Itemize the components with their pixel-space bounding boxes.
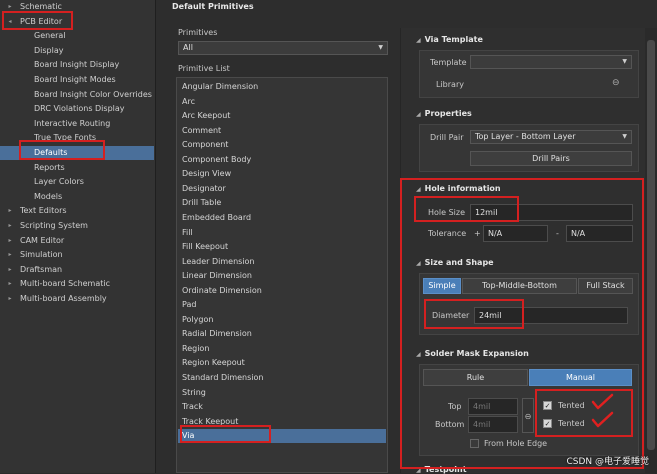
list-item[interactable]: Track [178,400,386,414]
list-item[interactable]: Fill Keepout [178,240,386,254]
tree-item-label: Interactive Routing [34,118,111,128]
list-item[interactable]: Linear Dimension [178,269,386,283]
drill-pair-select[interactable]: Top Layer - Bottom Layer ▼ [470,130,632,144]
tree-item-label: DRC Violations Display [34,104,125,114]
list-item[interactable]: Leader Dimension [178,255,386,269]
annotation-box [535,389,633,437]
list-item[interactable]: Arc [178,95,386,109]
list-item[interactable]: Comment [178,124,386,138]
library-label: Library [436,80,464,89]
tree-item-label: CAM Editor [20,235,65,245]
list-item[interactable]: Region Keepout [178,356,386,370]
collapsed-icon[interactable]: ▸ [6,219,14,233]
tree-item-label: Board Insight Color Overrides [34,89,152,99]
tree-item-label: Display [34,45,64,55]
tree-item-label: Reports [34,162,65,172]
checkmark-annotation-icon [591,393,614,428]
list-item[interactable]: Ordinate Dimension [178,284,386,298]
list-item[interactable]: Component Body [178,153,386,167]
primitive-list-label: Primitive List [178,64,230,73]
drill-pairs-button[interactable]: Drill Pairs [470,151,632,166]
chevron-down-icon: ▼ [622,133,627,140]
list-item[interactable]: Radial Dimension [178,327,386,341]
tree-item-label: Multi-board Schematic [20,279,111,289]
scrollbar-thumb[interactable] [647,40,655,450]
tree-item[interactable]: Board Insight Modes [0,73,154,87]
list-item[interactable]: Design View [178,167,386,181]
tree-item[interactable]: Board Insight Color Overrides [0,88,154,102]
list-item[interactable]: Embedded Board [178,211,386,225]
annotation-box [414,196,519,222]
tree-item[interactable]: DRC Violations Display [0,102,154,116]
list-item[interactable]: Component [178,138,386,152]
annotation-box [19,140,105,160]
watermark: CSDN @电子爱睡觉 [566,457,649,467]
tree-item[interactable]: ▸ Text Editors [0,204,154,218]
list-item[interactable]: Region [178,342,386,356]
annotation-box [2,11,73,30]
collapsed-icon[interactable]: ▸ [6,234,14,248]
properties-header[interactable]: ◢ Properties [416,109,472,118]
collapsed-icon[interactable]: ▸ [6,277,14,291]
primitives-value: All [183,43,193,52]
tree-item[interactable]: ▸ Multi-board Schematic [0,277,154,291]
primitives-select[interactable]: All ▼ [178,41,388,55]
tree-item[interactable]: General [0,29,154,43]
template-select[interactable]: ▼ [470,55,632,69]
tree-item[interactable]: Reports [0,161,154,175]
list-item[interactable]: Standard Dimension [178,371,386,385]
tree-item-label: Draftsman [20,264,63,274]
tree-item[interactable]: ▸ CAM Editor [0,234,154,248]
primitive-list: Angular Dimension Arc Arc Keepout Comment Co… [176,77,388,473]
tree-item[interactable]: Models [0,190,154,204]
tree-item[interactable]: Board Insight Display [0,58,154,72]
chevron-down-icon: ▼ [622,58,627,65]
list-item[interactable]: Arc Keepout [178,109,386,123]
page-title: Default Primitives [172,2,254,11]
collapsed-icon[interactable]: ▸ [6,248,14,262]
tree-item-label: Layer Colors [34,177,84,187]
collapsed-icon[interactable]: ▸ [6,263,14,277]
tree-item-label: Board Insight Display [34,60,120,70]
via-template-header[interactable]: ◢ Via Template [416,35,483,44]
collapsed-icon[interactable]: ▸ [6,292,14,306]
tree-item-label: Text Editors [20,206,67,216]
list-item[interactable]: Fill [178,226,386,240]
collapse-icon: ◢ [416,37,421,44]
collapse-icon: ◢ [416,111,421,118]
tree-item[interactable]: ▸ Simulation [0,248,154,262]
tree-item[interactable]: ▸ Scripting System [0,219,154,233]
annotation-box [180,425,271,443]
list-item[interactable]: Pad [178,298,386,312]
tree-item[interactable]: Layer Colors [0,175,154,189]
options-tree: ▸ Schematic ◂ PCB Editor General Display Board… [0,0,156,473]
annotation-box [424,299,524,329]
collapsed-icon[interactable]: ▸ [6,204,14,218]
template-label: Template [430,58,467,67]
tree-item-label: Multi-board Assembly [20,294,107,303]
tree-item-label: General [34,31,66,41]
list-item[interactable]: String [178,386,386,400]
tree-item[interactable]: ▸ Multi-board Assembly [0,292,154,306]
link-icon[interactable]: ⊖ [612,78,620,88]
tree-item-label: Models [34,191,63,201]
tree-item[interactable]: ▸ Draftsman [0,263,154,277]
drill-pair-label: Drill Pair [430,133,464,142]
chevron-down-icon: ▼ [378,44,383,51]
tree-item-label: Scripting System [20,221,88,230]
list-item[interactable]: Polygon [178,313,386,327]
list-item[interactable]: Drill Table [178,196,386,210]
list-item[interactable]: Angular Dimension [178,80,386,94]
tree-item[interactable]: Display [0,44,154,58]
tree-item-label: Simulation [20,250,63,260]
list-item[interactable]: Designator [178,182,386,196]
primitives-label: Primitives [178,28,218,37]
tree-item[interactable]: Interactive Routing [0,117,154,131]
tree-item-label: Board Insight Modes [34,75,116,84]
